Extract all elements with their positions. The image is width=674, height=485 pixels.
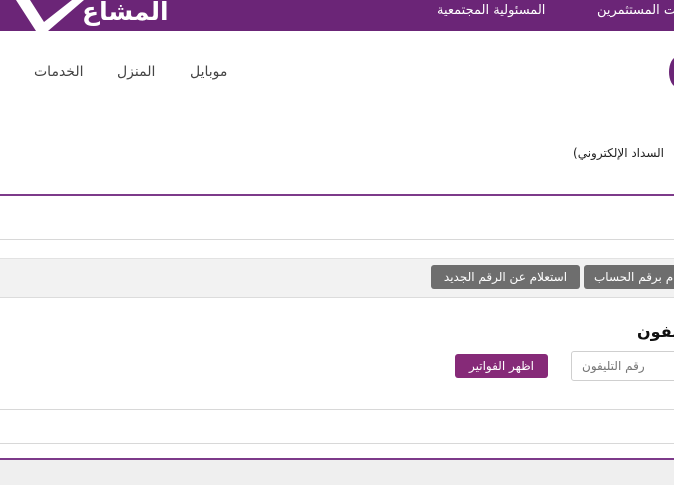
footer-band [0, 460, 674, 485]
divider [0, 239, 674, 240]
nav-item-home[interactable]: المنزل [117, 64, 155, 80]
show-bills-button[interactable]: اظهر الفواتير [455, 354, 548, 378]
section-heading: يفون [637, 322, 674, 341]
page-subtitle: (السداد الإلكتروني [573, 146, 665, 160]
phone-number-input[interactable] [571, 351, 674, 381]
nav-item-services[interactable]: الخدمات [34, 64, 84, 80]
header-link-investors[interactable]: ت المستثمرين [597, 3, 674, 18]
logo-text: المشاع [82, 0, 170, 26]
site-logo[interactable]: المشاع [14, 0, 204, 31]
top-header-bar: المشاع المسئولية المجتمعية ت المستثمرين [0, 0, 674, 31]
header-link-social-responsibility[interactable]: المسئولية المجتمعية [437, 3, 545, 18]
nav-item-mobile[interactable]: موبايل [190, 64, 227, 80]
tab-account-number[interactable]: م برقم الحساب [584, 265, 674, 289]
brand-logo-icon [16, 0, 84, 31]
divider [0, 443, 674, 444]
tab-new-number-inquiry[interactable]: استعلام عن الرقم الجديد [431, 265, 580, 289]
nav-edge-button[interactable] [669, 57, 674, 87]
section-divider [0, 194, 674, 196]
divider [0, 409, 674, 410]
